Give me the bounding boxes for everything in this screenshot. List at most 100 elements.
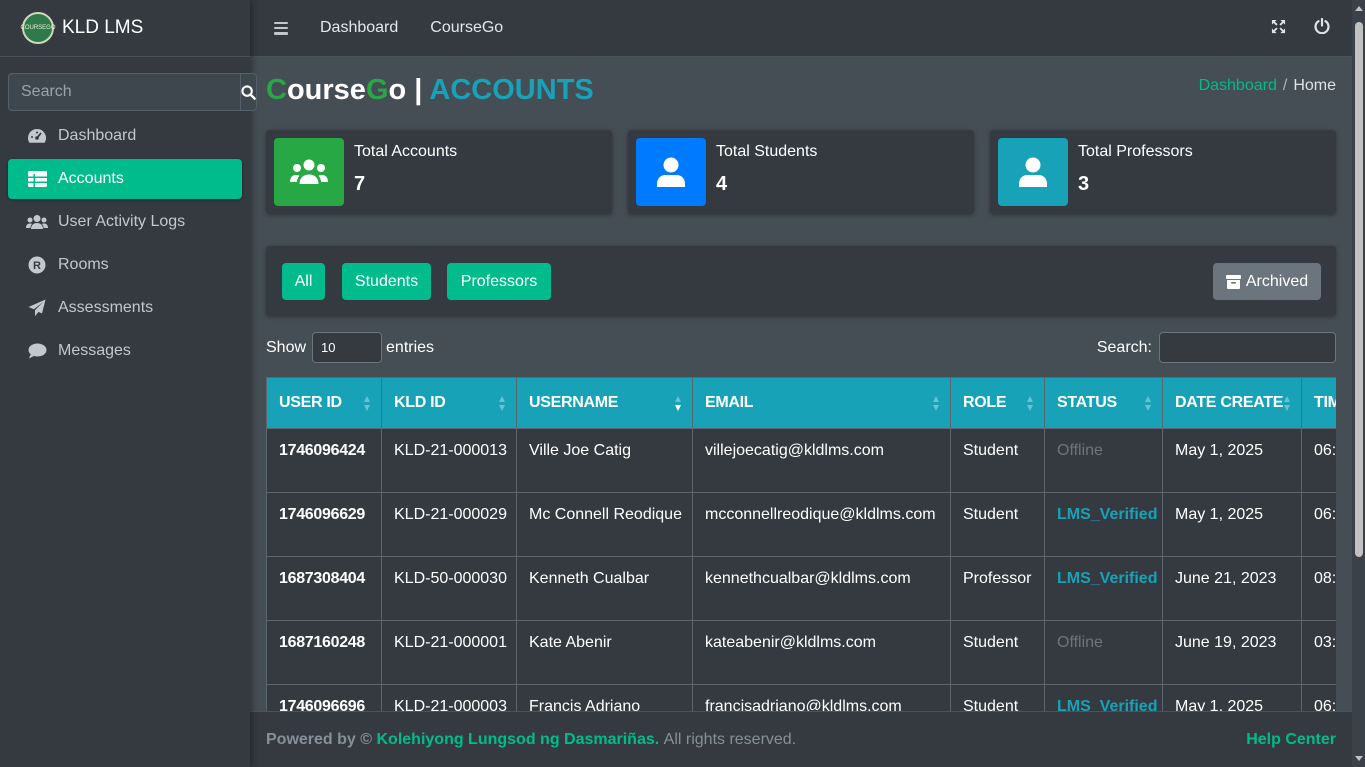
stat-label: Total Professors [1078,143,1193,160]
cell-role: Professor [950,556,1045,621]
tachometer-icon [26,126,48,146]
sidebar-item-dashboard[interactable]: Dashboard [8,116,242,156]
table-row[interactable]: 1687160248 KLD-21-000001 Kate Abenir kat… [266,620,1336,685]
sidebar-item-user-activity-logs[interactable]: User Activity Logs [8,202,242,242]
breadcrumb: Dashboard / Home [1199,77,1336,95]
title-separator: | [406,74,430,106]
column-header-email[interactable]: EMAIL [692,377,951,429]
sidebar-item-messages[interactable]: Messages [8,331,242,371]
accounts-table: USER ID KLD ID USERNAME EMAIL ROLE STATU… [266,377,1336,711]
cell-status: LMS_Verified [1044,492,1163,557]
stat-total-students: Total Students 4 [628,130,974,214]
archive-icon [1225,274,1241,289]
user-icon [636,138,706,206]
sort-icon [499,396,506,412]
stat-value: 4 [716,173,728,195]
column-header-status[interactable]: STATUS [1044,377,1163,429]
cell-kld-id: KLD-21-000001 [381,620,517,685]
title-letter-g: G [365,74,389,106]
filter-students-button[interactable]: Students [342,263,431,300]
top-right-controls [1271,0,1330,57]
sidebar-search-input[interactable] [8,73,240,111]
table-search-label: Search: [1096,338,1152,356]
cell-kld-id: KLD-21-000013 [381,428,517,493]
cell-role: Student [950,492,1045,557]
column-header-username[interactable]: USERNAME [516,377,693,429]
column-header-label: TIME [1314,394,1336,411]
entries-select[interactable]: 10 [312,332,383,363]
search-icon [241,84,256,100]
brand-link[interactable]: COURSEGO KLD LMS [0,0,250,57]
page-scrollbar[interactable] [1352,0,1365,767]
sort-icon [1145,396,1152,412]
sidebar-search [8,73,257,111]
table-icon [26,169,48,189]
column-header-label: STATUS [1057,394,1117,411]
sidebar-item-rooms[interactable]: R Rooms [8,245,242,285]
archived-button[interactable]: Archived [1213,263,1321,300]
fullscreen-icon[interactable] [1271,19,1286,39]
table-search-input[interactable] [1159,332,1336,363]
svg-text:R: R [33,260,41,272]
filter-all-button[interactable]: All [282,263,325,300]
column-header-role[interactable]: ROLE [950,377,1045,429]
sort-icon [364,396,371,412]
sidebar-item-label: Accounts [58,170,124,187]
sidebar-item-label: Dashboard [58,127,137,144]
cell-date-create: June 21, 2023 [1162,556,1302,621]
cell-time: 03: [1301,620,1336,685]
top-navbar: Dashboard CourseGo [250,0,1352,57]
show-entries-control: Show 10 entries [266,332,434,363]
sort-icon [1284,396,1291,412]
scroll-up-arrow-icon[interactable] [1355,6,1363,11]
cell-role: Student [950,428,1045,493]
column-header-user-id[interactable]: USER ID [266,377,382,429]
top-link-coursego[interactable]: CourseGo [430,19,503,37]
cell-username: Ville Joe Catig [516,428,693,493]
menu-toggle-icon[interactable] [274,21,288,35]
cell-role: Student [950,620,1045,685]
sidebar-item-accounts[interactable]: Accounts [8,159,242,199]
cell-email: kennethcualbar@kldlms.com [692,556,951,621]
sidebar-item-label: Messages [58,342,131,359]
column-header-date-create[interactable]: DATE CREATE [1162,377,1302,429]
cell-email: kateabenir@kldlms.com [692,620,951,685]
cell-email: francisadriano@kldlms.com [692,684,951,711]
table-row[interactable]: 1746096629 KLD-21-000029 Mc Connell Reod… [266,492,1336,557]
column-header-time[interactable]: TIME [1301,377,1336,429]
user-icon [998,138,1068,206]
accounts-table-wrapper[interactable]: USER ID KLD ID USERNAME EMAIL ROLE STATU… [266,377,1336,711]
stats-row: Total Accounts 7 Total Students 4 Total … [266,130,1336,214]
stat-label: Total Accounts [354,143,458,160]
table-row[interactable]: 1746096696 KLD-21-000003 Francis Adriano… [266,684,1336,711]
top-link-dashboard[interactable]: Dashboard [320,19,398,37]
sidebar-item-label: User Activity Logs [58,213,186,230]
cell-time: 06: [1301,684,1336,711]
stat-total-professors: Total Professors 3 [990,130,1336,214]
cell-date-create: May 1, 2025 [1162,684,1302,711]
column-header-label: ROLE [963,394,1007,411]
breadcrumb-separator: / [1282,77,1288,94]
cell-email: villejoecatig@kldlms.com [692,428,951,493]
table-header-row: USER ID KLD ID USERNAME EMAIL ROLE STATU… [266,377,1336,429]
column-header-label: EMAIL [705,394,754,411]
filter-professors-button[interactable]: Professors [447,263,551,300]
column-header-kld-id[interactable]: KLD ID [381,377,517,429]
scrollbar-thumb[interactable] [1355,22,1363,557]
title-part-o: o [388,74,407,106]
footer-org-link[interactable]: Kolehiyong Lungsod ng Dasmariñas. [377,731,660,749]
paper-plane-icon [26,298,48,318]
sidebar-item-assessments[interactable]: Assessments [8,288,242,328]
stat-label: Total Students [716,143,818,160]
column-header-label: USER ID [279,394,342,411]
breadcrumb-dashboard-link[interactable]: Dashboard [1199,77,1277,94]
table-row[interactable]: 1687308404 KLD-50-000030 Kenneth Cualbar… [266,556,1336,621]
cell-status: Offline [1044,620,1163,685]
table-row[interactable]: 1746096424 KLD-21-000013 Ville Joe Catig… [266,428,1336,493]
cell-date-create: May 1, 2025 [1162,492,1302,557]
help-center-link[interactable]: Help Center [1246,731,1336,749]
scroll-down-arrow-icon[interactable] [1355,756,1363,761]
sidebar-search-button[interactable] [240,73,257,111]
power-icon[interactable] [1314,17,1330,39]
cell-time: 06: [1301,492,1336,557]
